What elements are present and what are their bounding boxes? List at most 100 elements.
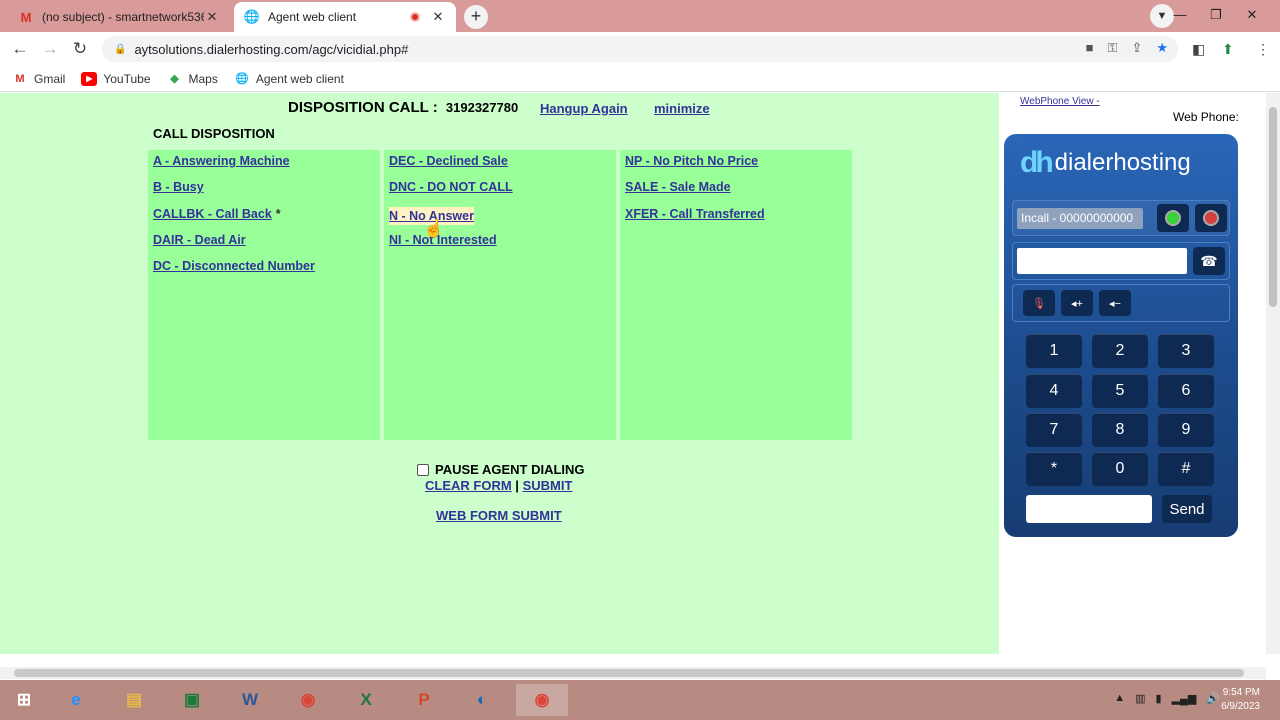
keypad-key[interactable]: 2: [1092, 334, 1148, 368]
webphone-view-link[interactable]: WebPhone View -: [1020, 96, 1100, 107]
form-actions: CLEAR FORM | SUBMIT: [425, 478, 572, 493]
scroll-thumb[interactable]: [14, 669, 1244, 677]
address-bar[interactable]: 🔒 aytsolutions.dialerhosting.com/agc/vic…: [102, 36, 1178, 62]
send-button[interactable]: Send: [1162, 495, 1212, 523]
disposition-option-a[interactable]: A - Answering Machine: [153, 154, 375, 180]
extension-icon[interactable]: ⬆: [1222, 41, 1234, 58]
keypad-key[interactable]: 0: [1092, 452, 1148, 486]
web-form-submit-link[interactable]: WEB FORM SUBMIT: [436, 508, 562, 523]
tray-overflow-icon[interactable]: ▲: [1114, 692, 1125, 705]
gmail-icon: M: [15, 72, 25, 85]
bookmark-star-icon[interactable]: ★: [1156, 40, 1168, 56]
minimize-link[interactable]: minimize: [654, 101, 710, 116]
tab-gmail[interactable]: M (no subject) - smartnetwork536@ ✕: [8, 2, 230, 32]
dtmf-input[interactable]: [1026, 495, 1152, 523]
call-status-box: Incall - 00000000000: [1012, 200, 1230, 236]
camera-icon[interactable]: ■: [1086, 40, 1094, 56]
tab-title: (no subject) - smartnetwork536@: [42, 10, 204, 24]
keypad-key[interactable]: #: [1158, 452, 1214, 486]
signal-icon[interactable]: ▂▄▆: [1172, 692, 1197, 705]
excel-icon[interactable]: X: [346, 684, 386, 716]
hangup-button[interactable]: [1195, 204, 1227, 232]
tab-agent-web-client[interactable]: 🌐 Agent web client ✕: [234, 2, 456, 32]
keypad-key[interactable]: 1: [1026, 334, 1082, 368]
powerpoint-icon[interactable]: P: [404, 684, 444, 716]
store-icon[interactable]: ▣: [172, 684, 212, 716]
call-button[interactable]: ☎: [1193, 247, 1225, 275]
disposition-option-np[interactable]: NP - No Pitch No Price: [625, 154, 847, 180]
keypad-key[interactable]: 5: [1092, 374, 1148, 408]
mute-mic-icon[interactable]: 🎙: [1023, 290, 1055, 316]
clear-form-link[interactable]: CLEAR FORM: [425, 478, 512, 493]
new-tab-button[interactable]: +: [464, 5, 488, 29]
close-tab-icon[interactable]: ✕: [204, 9, 220, 25]
volume-up-icon[interactable]: ◂+: [1061, 290, 1093, 316]
close-window-icon[interactable]: ✕: [1234, 2, 1270, 28]
menu-icon[interactable]: ⋮: [1256, 41, 1270, 58]
vertical-scrollbar[interactable]: [1266, 93, 1280, 654]
webphone-label: Web Phone:: [1173, 110, 1239, 124]
word-icon[interactable]: W: [230, 684, 270, 716]
hangup-again-link[interactable]: Hangup Again: [540, 101, 628, 116]
chrome-active-icon[interactable]: ◉: [516, 684, 568, 716]
forward-icon[interactable]: →: [38, 37, 62, 61]
bookmark-label: Maps: [188, 71, 218, 86]
edge-icon[interactable]: ◐: [462, 684, 502, 716]
keypad-key[interactable]: 7: [1026, 413, 1082, 447]
close-tab-icon[interactable]: ✕: [430, 9, 446, 25]
keypad-key[interactable]: 6: [1158, 374, 1214, 408]
recording-icon: [410, 12, 420, 22]
bookmark-maps[interactable]: ◆ Maps: [167, 72, 218, 86]
internet-explorer-icon[interactable]: e: [56, 684, 96, 716]
callback-marker: *: [275, 206, 281, 221]
disposition-option-xfer[interactable]: XFER - Call Transferred: [625, 207, 847, 233]
disposition-option-dc[interactable]: DC - Disconnected Number: [153, 259, 375, 285]
minimize-window-icon[interactable]: —: [1162, 2, 1198, 28]
call-disposition-title: CALL DISPOSITION: [153, 126, 275, 141]
keypad-key[interactable]: *: [1026, 452, 1082, 486]
answer-button[interactable]: [1157, 204, 1189, 232]
bookmark-label: YouTube: [103, 71, 151, 86]
disposition-column-1: A - Answering Machine B - Busy CALLBK - …: [148, 150, 380, 440]
disposition-option-sale[interactable]: SALE - Sale Made: [625, 180, 847, 206]
volume-down-icon[interactable]: ◂−: [1099, 290, 1131, 316]
scroll-thumb[interactable]: [1269, 107, 1277, 307]
disposition-option-dec[interactable]: DEC - Declined Sale: [389, 154, 611, 180]
back-icon[interactable]: ←: [8, 37, 32, 61]
keypad-key[interactable]: 8: [1092, 413, 1148, 447]
web-phone: dh dialerhosting Incall - 00000000000 ☎ …: [1004, 134, 1238, 537]
pause-checkbox[interactable]: [417, 463, 429, 476]
bookmark-agent-web-client[interactable]: 🌐 Agent web client: [234, 72, 344, 86]
key-icon[interactable]: ⚿: [1108, 40, 1118, 56]
side-panel-icon[interactable]: ◧: [1192, 41, 1205, 58]
disposition-option-dnc[interactable]: DNC - DO NOT CALL: [389, 180, 611, 206]
globe-icon: 🌐: [243, 9, 261, 24]
battery-icon[interactable]: ▮: [1156, 692, 1162, 705]
disposition-option-b[interactable]: B - Busy: [153, 180, 375, 206]
volume-icon[interactable]: 🔊: [1206, 692, 1220, 705]
pause-agent-dialing[interactable]: PAUSE AGENT DIALING: [417, 462, 585, 477]
bookmark-youtube[interactable]: ▶ YouTube: [81, 71, 151, 86]
share-icon[interactable]: ⇪: [1131, 40, 1142, 56]
globe-icon: 🌐: [234, 73, 249, 85]
restore-window-icon[interactable]: ❐: [1198, 2, 1234, 28]
phone-number: 3192327780: [445, 100, 519, 115]
keypad-key[interactable]: 9: [1158, 413, 1214, 447]
disposition-option-dair[interactable]: DAIR - Dead Air: [153, 233, 375, 259]
reload-icon[interactable]: ↻: [68, 37, 92, 61]
keypad-key[interactable]: 4: [1026, 374, 1082, 408]
file-explorer-icon[interactable]: ▤: [114, 684, 154, 716]
horizontal-scrollbar[interactable]: [0, 667, 1266, 679]
disposition-label: DISPOSITION CALL :: [288, 99, 438, 116]
bookmark-gmail[interactable]: M Gmail: [12, 72, 65, 86]
system-clock[interactable]: 9:54 PM 6/9/2023: [1221, 686, 1260, 714]
chrome-icon[interactable]: ◉: [288, 684, 328, 716]
call-status: Incall - 00000000000: [1017, 208, 1143, 229]
disposition-panel: DISPOSITION CALL : 3192327780 Hangup Aga…: [0, 93, 999, 654]
network-icon[interactable]: ▥: [1135, 692, 1145, 705]
keypad-key[interactable]: 3: [1158, 334, 1214, 368]
submit-link[interactable]: SUBMIT: [523, 478, 573, 493]
dial-number-input[interactable]: [1017, 248, 1187, 274]
disposition-option-callbk[interactable]: CALLBK - Call Back *: [153, 207, 375, 233]
windows-start-icon[interactable]: ⊞: [4, 684, 44, 716]
